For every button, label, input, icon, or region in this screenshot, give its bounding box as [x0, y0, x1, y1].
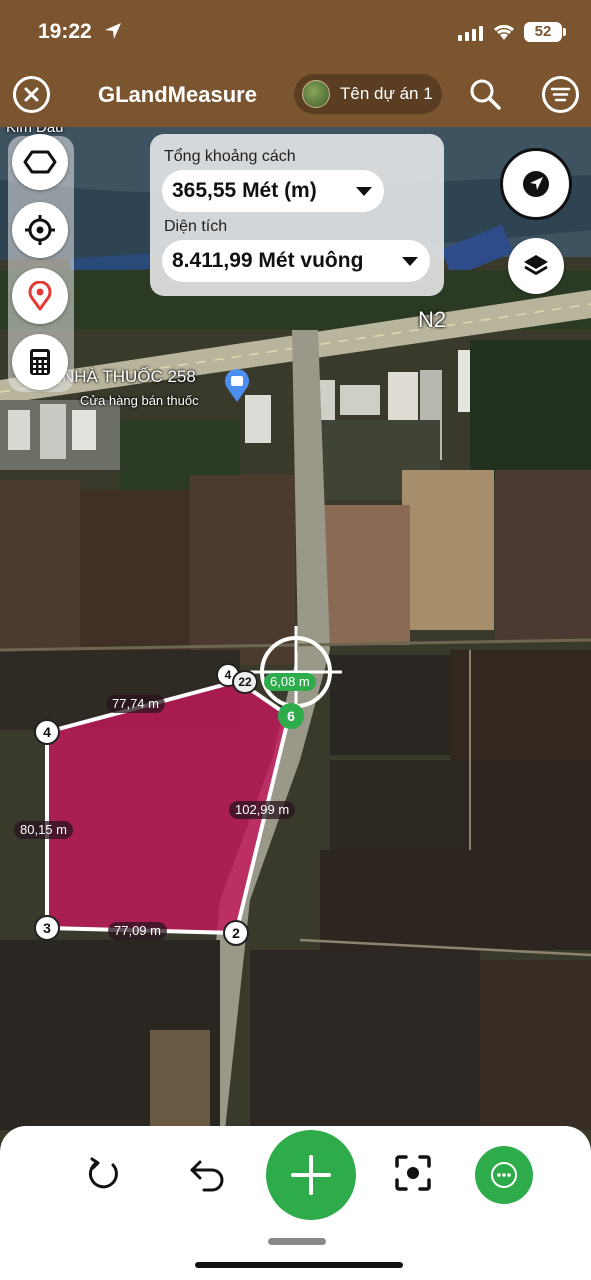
project-selector[interactable]: Tên dự án 1	[294, 74, 442, 114]
close-icon	[24, 87, 39, 102]
more-options-button[interactable]	[475, 1146, 533, 1204]
more-icon	[491, 1162, 517, 1188]
edge-length-label: 80,15 m	[14, 821, 73, 839]
bottom-toolbar	[0, 1126, 591, 1280]
app-title: GLandMeasure	[98, 82, 257, 107]
drag-handle[interactable]	[268, 1238, 326, 1245]
refresh-icon	[88, 1157, 118, 1189]
status-time: 19:22	[38, 20, 92, 43]
undo-icon	[190, 1160, 224, 1192]
vertex-marker[interactable]: 22	[232, 670, 258, 694]
project-thumbnail	[302, 80, 330, 108]
menu-icon	[550, 87, 571, 102]
menu-button[interactable]	[542, 76, 579, 113]
layers-icon	[524, 255, 548, 275]
live-vertex-marker[interactable]: 6	[278, 703, 304, 729]
map-layers-button[interactable]	[508, 238, 564, 294]
focus-icon	[395, 1155, 431, 1191]
chevron-down-icon	[356, 187, 372, 196]
reset-button[interactable]	[82, 1152, 126, 1196]
map-pin-icon	[28, 281, 52, 311]
search-icon[interactable]	[468, 77, 502, 111]
road-label: N2	[418, 307, 447, 332]
poi-name[interactable]: NHÀ THUỐC 258	[62, 367, 196, 387]
location-arrow-icon	[105, 23, 121, 39]
target-icon	[25, 215, 55, 245]
home-indicator[interactable]	[195, 1262, 403, 1268]
hexagon-icon	[23, 150, 57, 174]
edge-length-label: 77,09 m	[108, 922, 167, 940]
chevron-down-icon	[402, 257, 418, 266]
tool-column	[8, 134, 74, 392]
my-location-button[interactable]	[500, 148, 572, 220]
vertex-marker[interactable]: 3	[34, 915, 60, 941]
app-header: 19:22 52 GLandMeasure Tên dự án 1	[0, 0, 591, 127]
distance-value: 365,55 Mét (m)	[172, 179, 317, 202]
live-edge-length-label: 6,08 m	[264, 673, 316, 691]
edge-length-label: 102,99 m	[229, 801, 296, 819]
poi-category: Cửa hàng bán thuốc	[80, 393, 199, 408]
project-name: Tên dự án 1	[340, 84, 433, 103]
place-marker-button[interactable]	[12, 268, 68, 324]
area-unit-select[interactable]: 8.411,99 Mét vuông	[162, 240, 430, 282]
distance-label: Tổng khoảng cách	[164, 148, 296, 165]
vertex-marker[interactable]: 2	[223, 920, 249, 946]
vertex-marker[interactable]: 4	[34, 719, 60, 745]
focus-button[interactable]	[390, 1150, 436, 1196]
locate-point-button[interactable]	[12, 202, 68, 258]
battery-indicator: 52	[524, 22, 566, 42]
plus-icon	[291, 1155, 331, 1195]
navigation-arrow-icon	[523, 171, 549, 197]
area-value: 8.411,99 Mét vuông	[172, 249, 364, 272]
wifi-icon	[493, 24, 515, 40]
calculator-icon	[30, 349, 50, 375]
undo-button[interactable]	[184, 1152, 232, 1196]
cellular-signal-icon	[458, 26, 483, 41]
calculator-button[interactable]	[12, 334, 68, 390]
distance-unit-select[interactable]: 365,55 Mét (m)	[162, 170, 384, 212]
area-label: Diện tích	[164, 218, 228, 235]
close-button[interactable]	[13, 76, 50, 113]
add-point-button[interactable]	[266, 1130, 356, 1220]
edge-length-label: 77,74 m	[106, 695, 165, 713]
measurement-panel: Tổng khoảng cách 365,55 Mét (m) Diện tíc…	[150, 134, 444, 296]
polygon-tool-button[interactable]	[12, 134, 68, 190]
